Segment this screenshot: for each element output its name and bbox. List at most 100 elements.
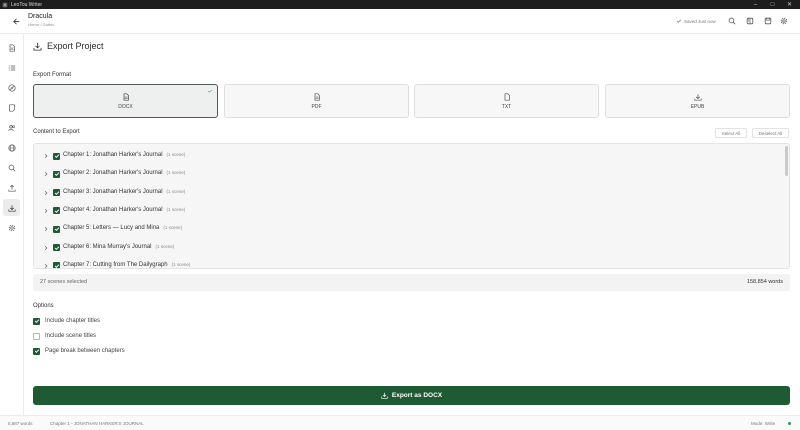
close-window-button[interactable]: ✕ (782, 0, 797, 9)
chapter-scene-count: (1 scene) (155, 243, 175, 249)
check-icon (54, 190, 59, 195)
document-icon (9, 43, 15, 52)
check-icon (54, 154, 59, 159)
page-title-text: Export Project (47, 41, 104, 51)
chapter-list[interactable]: Chapter 1: Jonathan Harker's Journal (1 s… (33, 143, 790, 269)
chevron-right-icon[interactable] (43, 263, 49, 269)
note-icon (8, 103, 15, 112)
scenes-selected-count: 27 scenes selected (40, 279, 88, 285)
sidebar-item-manuscript[interactable] (3, 39, 20, 56)
select-all-button[interactable]: Select All (715, 128, 747, 138)
minimize-button[interactable]: – (748, 0, 763, 9)
gear-icon (8, 224, 15, 231)
format-label: TXT (501, 103, 512, 110)
option-label: Include chapter titles (45, 318, 101, 324)
back-button[interactable] (10, 15, 22, 27)
chevron-right-icon[interactable] (43, 171, 49, 177)
option-checkbox-row[interactable]: Include scene titles (33, 331, 96, 341)
settings-button[interactable] (779, 16, 789, 26)
search-icon (8, 164, 15, 171)
options-label: Options (33, 303, 54, 309)
status-indicator-dot (788, 422, 791, 425)
check-icon (34, 319, 39, 324)
chevron-right-icon[interactable] (43, 245, 49, 251)
sidebar-item-notes[interactable] (3, 99, 20, 116)
save-button[interactable] (763, 16, 773, 26)
deselect-all-button[interactable]: Deselect All (752, 128, 789, 138)
word-total: 158,854 words (746, 279, 783, 285)
chapter-scene-count: (1 scene) (163, 225, 183, 231)
chapter-checkbox[interactable] (53, 152, 60, 160)
outline-button[interactable] (745, 16, 755, 26)
save-icon (764, 17, 772, 25)
minimize-icon: – (753, 1, 758, 8)
download-icon (33, 42, 42, 51)
chapter-checkbox[interactable] (53, 262, 60, 268)
title-bar: LeoTou Writer – □ ✕ (0, 0, 800, 9)
chapter-checkbox[interactable] (53, 170, 60, 178)
search-button[interactable] (727, 16, 737, 26)
chapter-row[interactable]: Chapter 6: Mina Murray's Journal (1 scene… (34, 242, 784, 254)
sidebar-item-world[interactable] (3, 139, 20, 156)
sidebar-item-export[interactable] (3, 199, 20, 216)
check-icon (54, 209, 59, 213)
download-icon (7, 204, 16, 212)
format-label: DOCX (118, 103, 133, 110)
check-icon (676, 19, 682, 23)
chapter-row[interactable]: Chapter 3: Jonathan Harker's Journal (1 s… (34, 187, 784, 199)
chapter-row[interactable]: Chapter 1: Jonathan Harker's Journal (1 s… (34, 150, 784, 162)
chapter-row[interactable]: Chapter 4: Jonathan Harker's Journal (1 s… (34, 205, 784, 217)
format-label: PDF (311, 103, 322, 110)
status-word-count: 5,687 words (8, 421, 33, 426)
check-icon (207, 89, 213, 93)
check-icon (54, 245, 59, 250)
arrow-left-icon (12, 17, 19, 25)
format-option-epub[interactable]: EPUB (605, 84, 790, 118)
status-mode[interactable]: Mode: Write (751, 421, 775, 426)
chevron-right-icon[interactable] (43, 208, 49, 214)
sidebar-item-search[interactable] (3, 159, 20, 176)
sidebar-item-characters[interactable] (3, 119, 20, 136)
sidebar (0, 34, 24, 415)
chapter-checkbox[interactable] (53, 225, 60, 233)
chapter-row[interactable]: Chapter 2: Jonathan Harker's Journal (1 s… (34, 168, 784, 180)
globe-icon (7, 143, 16, 152)
chapter-scene-count: (1 scene) (166, 188, 186, 194)
chapter-list-scrollbar[interactable] (785, 146, 788, 176)
export-button[interactable]: Export as DOCX (33, 386, 790, 405)
chapter-checkbox[interactable] (53, 244, 60, 251)
save-status-text: Saved Just now (684, 18, 716, 24)
sidebar-item-settings[interactable] (3, 219, 20, 236)
chapter-row[interactable]: Chapter 7: Cutting from The Dailygraph (1… (34, 260, 784, 269)
format-label: EPUB (690, 103, 705, 110)
window-title: LeoTou Writer (11, 1, 43, 8)
option-checkbox[interactable] (33, 347, 40, 355)
selection-summary: 27 scenes selected 158,854 words (33, 274, 790, 291)
check-icon (54, 264, 59, 268)
chapter-checkbox[interactable] (53, 207, 60, 215)
chevron-right-icon[interactable] (43, 226, 49, 232)
format-option-txt[interactable]: TXT (414, 84, 599, 118)
chapter-title: Chapter 3: Jonathan Harker's Journal (1 s… (63, 188, 186, 195)
chapter-checkbox[interactable] (53, 189, 60, 197)
compass-icon (7, 83, 16, 92)
project-subtitle: Horror / Gothic (28, 22, 55, 27)
download-icon (693, 93, 702, 101)
project-title: Dracula (28, 13, 53, 20)
option-checkbox-row[interactable]: Page break between chapters (33, 346, 125, 356)
option-checkbox-row[interactable]: Include chapter titles (33, 316, 100, 326)
format-option-pdf[interactable]: PDF (224, 84, 409, 118)
chevron-right-icon[interactable] (43, 190, 49, 196)
option-checkbox[interactable] (33, 332, 40, 340)
chapter-scene-count: (1 scene) (166, 152, 186, 157)
check-icon (54, 227, 59, 232)
sidebar-item-outline[interactable] (3, 59, 20, 76)
chevron-right-icon[interactable] (43, 153, 49, 159)
maximize-button[interactable]: □ (765, 0, 780, 9)
sidebar-item-import[interactable] (3, 179, 20, 196)
chapter-row[interactable]: Chapter 5: Letters — Lucy and Mina (1 sce… (34, 223, 784, 235)
format-option-docx[interactable]: DOCX (33, 84, 218, 118)
sidebar-item-explore[interactable] (3, 79, 20, 96)
option-checkbox[interactable] (33, 317, 40, 325)
chapter-scene-count: (1 scene) (166, 170, 186, 176)
